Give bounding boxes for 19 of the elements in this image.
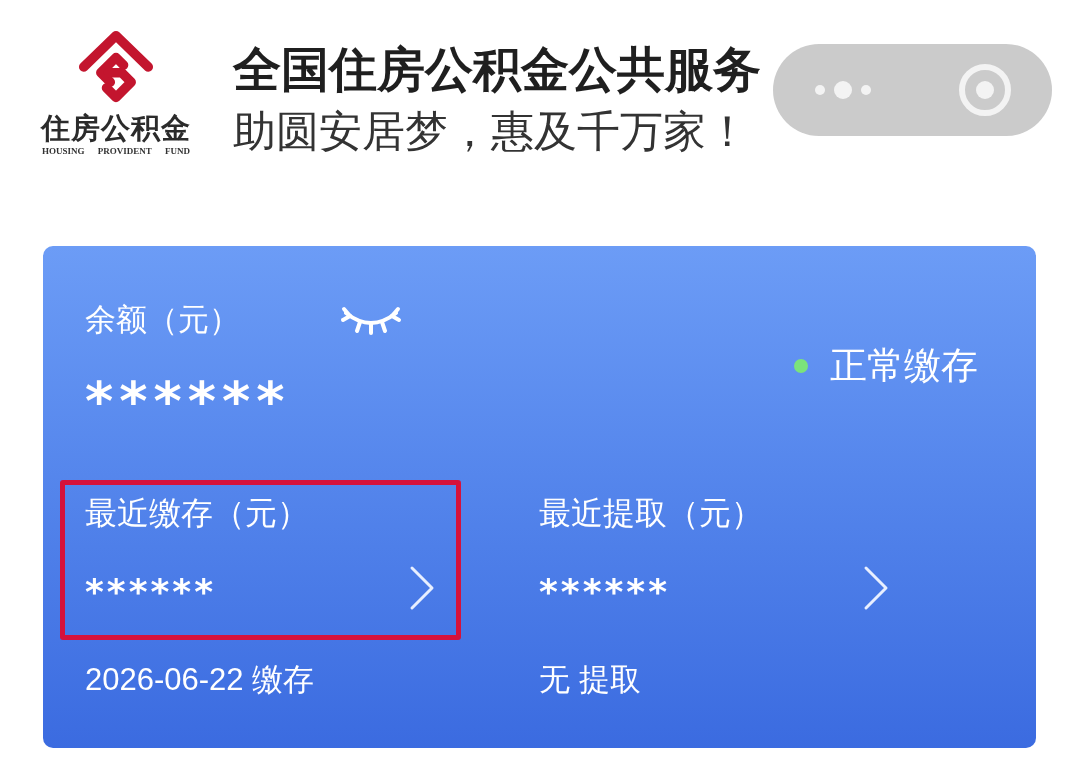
balance-value: ****** [85, 372, 291, 422]
record-label: 最近缴存（元） [85, 494, 309, 533]
status-label: 正常缴存 [830, 346, 978, 386]
balance-label: 余额（元） [85, 301, 240, 339]
logo-name: 住房公积金 [41, 111, 191, 145]
record-note: 无 提取 [539, 662, 641, 698]
logo-icon [78, 29, 154, 105]
slogan: 助圆安居梦，惠及千万家！ [233, 107, 749, 157]
logo-subtitle: HOUSING PROVIDENT FUND [42, 146, 190, 157]
closed-eye-icon[interactable] [340, 305, 402, 335]
target-icon [958, 63, 1012, 117]
page-title: 全国住房公积金公共服务 [233, 44, 761, 96]
record-label: 最近提取（元） [539, 494, 763, 533]
chevron-right-icon[interactable] [409, 565, 435, 611]
record-value: ****** [85, 570, 216, 607]
chevron-right-icon[interactable] [863, 565, 889, 611]
more-dots-icon [815, 80, 873, 100]
record-value: ****** [539, 570, 670, 607]
record-note: 2026-06-22 缴存 [85, 662, 315, 698]
